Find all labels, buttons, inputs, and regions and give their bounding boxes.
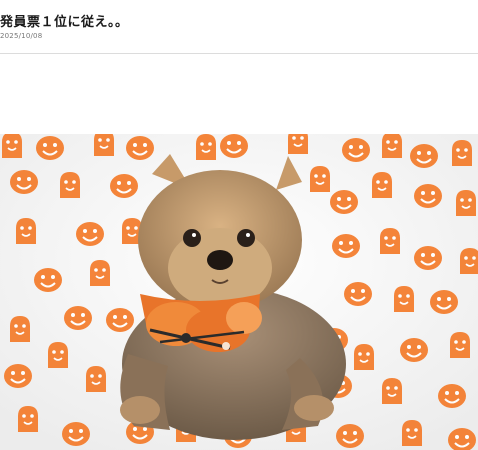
post-date: 2025/10/08 — [0, 32, 43, 40]
blog-post: 発員票１位に従え。。 2025/10/08 — [0, 0, 478, 450]
post-header: 発員票１位に従え。。 2025/10/08 — [0, 0, 478, 54]
dog-photo[interactable] — [0, 134, 478, 450]
post-title[interactable]: 発員票１位に従え。。 — [0, 11, 129, 30]
dog-photo-image — [0, 134, 478, 450]
